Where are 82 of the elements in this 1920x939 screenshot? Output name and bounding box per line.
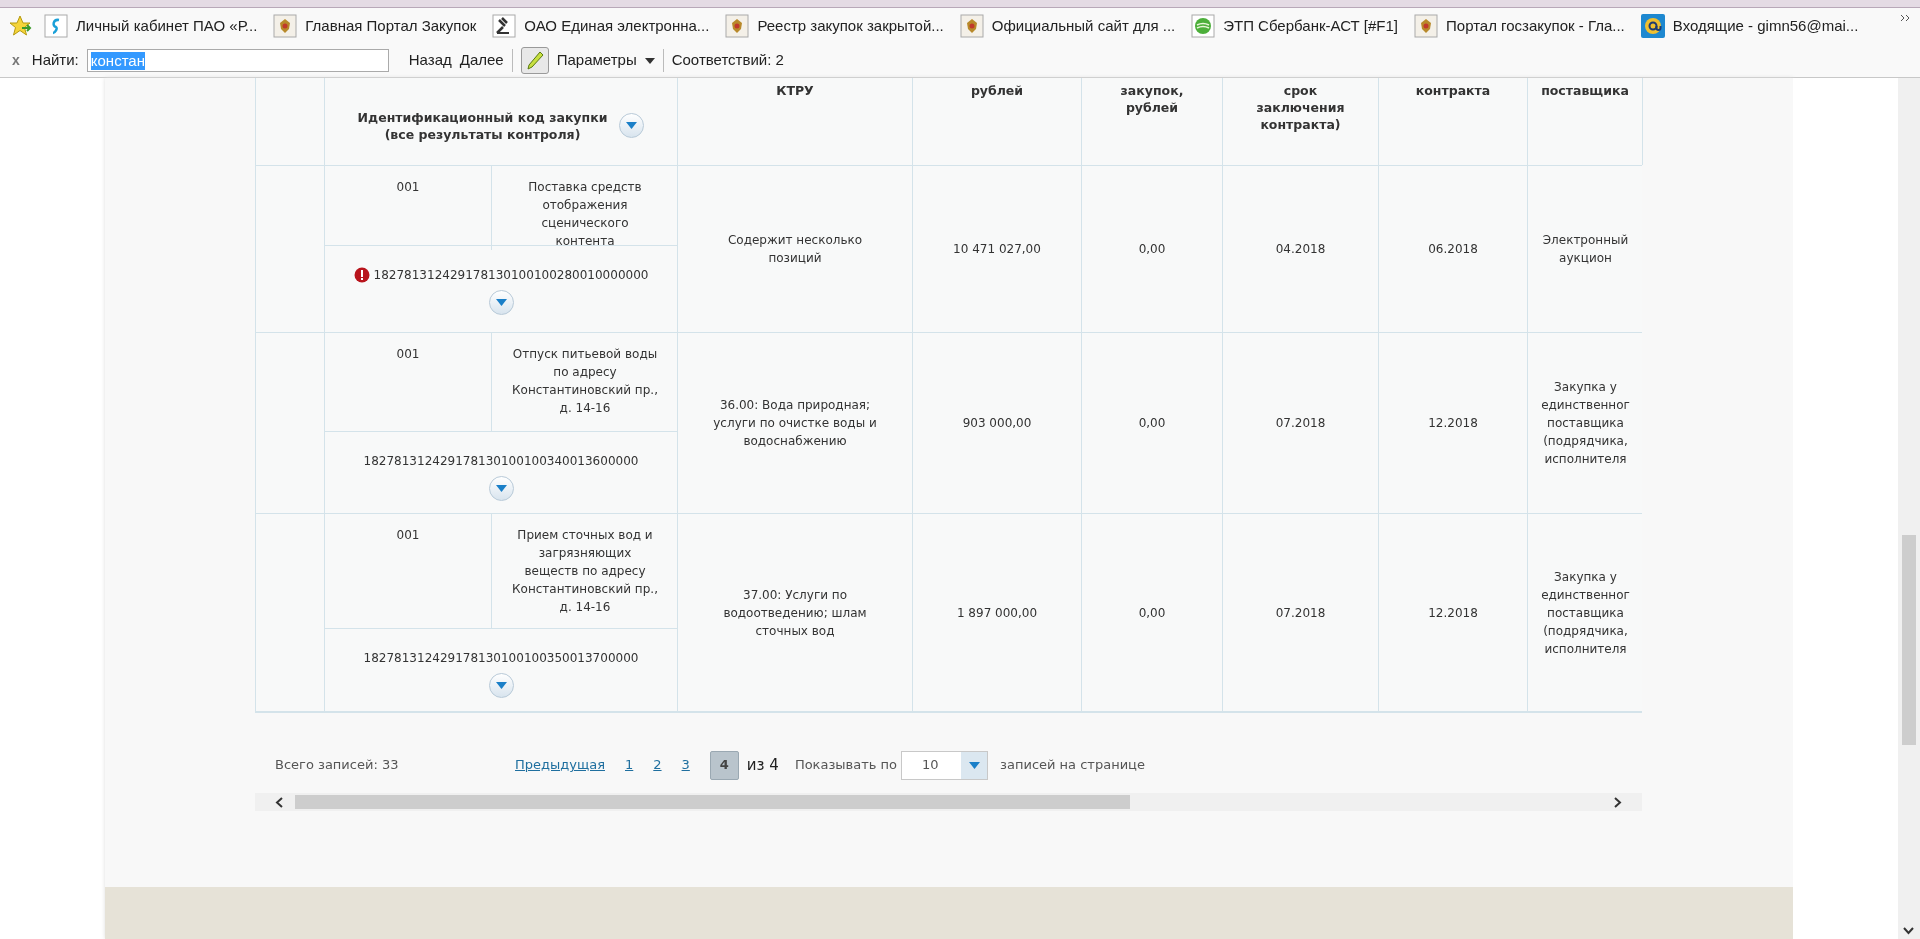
caret-icon (626, 122, 638, 129)
table-cell-text: 1 897 000,00 (956, 604, 1038, 622)
bookmark-link[interactable]: Личный кабинет ПАО «Р... (44, 14, 258, 38)
table-cell-text: 10 471 027,00 (953, 241, 1041, 258)
emblem-icon (1414, 14, 1438, 38)
scrollbar-thumb[interactable] (1902, 535, 1916, 745)
caret-icon (644, 57, 655, 64)
bookmark-link[interactable]: Официальный сайт для ... (959, 14, 1176, 38)
table-cell-text: Отпуск питьевой воды по адресу Константиновский пр., д. 14-16 (512, 346, 658, 417)
bookmark-link[interactable]: Реестр закупок закрытой... (725, 14, 944, 38)
page-size-select[interactable]: 10 (901, 750, 989, 780)
chevron-icon (1900, 14, 1910, 22)
table-cell-text: 04.2018 (1275, 241, 1326, 258)
table-cell-text: Поставка средств отображения сценического контента (527, 179, 643, 250)
table-cell-text: 36.00: Вода природная; услуги по очистке воды и водоснабжению (712, 397, 878, 450)
table-cell-text: 07.2018 (1275, 415, 1326, 432)
highlight-button[interactable] (520, 47, 549, 74)
caret-icon (495, 299, 507, 306)
close-button[interactable]: x (8, 50, 24, 71)
bookmark-link[interactable]: Портал госзакупок - Гла... (1414, 14, 1625, 38)
star-icon (8, 14, 32, 38)
column-header: контракта (1415, 82, 1491, 99)
table-cell-text: 06.2018 (1428, 241, 1478, 258)
table-cell-text: 001 (396, 346, 420, 363)
sort-dropdown-button[interactable] (619, 113, 645, 138)
column-header: срок заключения контракта) (1256, 82, 1345, 133)
column-header: рублей (970, 82, 1024, 99)
caret-icon (968, 761, 980, 769)
expand-dropdown-button[interactable] (488, 673, 514, 698)
emblem-icon (273, 14, 298, 38)
table-cell-text: 001 (396, 179, 420, 196)
table-cell-text: 001 (396, 527, 420, 544)
column-header: поставщика (1541, 82, 1629, 99)
table-cell-text: 07.2018 (1275, 604, 1326, 622)
show-label: Показывать по (794, 756, 898, 775)
emblem-icon (725, 14, 750, 38)
bookmark-link[interactable]: ОАО Единая электронна... (492, 14, 710, 38)
horizontal-scrollbar[interactable] (255, 793, 1642, 811)
match-count: Соответствий: 2 (671, 50, 784, 71)
table-cell-text: Закупка у единственног поставщика (подрядчика, исполнителя (1541, 568, 1630, 658)
table-cell-text: 182781312429178130100100340013600000 (363, 453, 639, 470)
find-label: Найти: (31, 50, 79, 71)
gavel-icon (492, 14, 517, 38)
page-link[interactable]: 1 (625, 755, 634, 775)
page-count: из 4 (746, 754, 779, 776)
page-size-suffix: записей на странице (1000, 756, 1145, 775)
options-button[interactable]: Параметры (556, 49, 664, 72)
table-cell-text: Прием сточных вод и загрязняющих веществ по адресу Константиновский пр., д. 14-16 (512, 527, 658, 616)
expand-dropdown-button[interactable] (488, 290, 514, 315)
table-cell-text: 12.2018 (1428, 415, 1478, 432)
table-cell-text: 0,00 (1138, 415, 1166, 432)
column-header: закупок, рублей (1120, 82, 1184, 116)
scrollbar-thumb[interactable] (295, 795, 1130, 809)
bookmark-link[interactable]: Главная Портал Закупок (273, 14, 477, 38)
table-cell-text: 0,00 (1138, 604, 1166, 622)
table-cell-text: Содержит несколько позиций (726, 232, 864, 267)
table-cell-text: 903 000,00 (962, 415, 1032, 432)
table-cell-text: 182781312429178130100100350013700000 (363, 650, 639, 667)
caret-icon (495, 485, 507, 492)
at-sign-icon (1640, 14, 1665, 38)
swirl-icon (44, 14, 68, 38)
previous-link[interactable]: Предыдущая (515, 755, 605, 775)
expand-dropdown-button[interactable] (488, 476, 514, 501)
table-cell-text: Закупка у единственног поставщика (подрядчика, исполнителя (1541, 379, 1630, 468)
table-cell-text: 37.00: Услуги по водоотведению; шлам сточных вод (722, 586, 868, 640)
column-header: КТРУ (776, 82, 814, 99)
page-link[interactable]: 3 (681, 755, 690, 775)
next-button[interactable]: Далее (459, 49, 513, 72)
column-header: Идентификационный код закупки (все результаты контроля) (357, 108, 608, 143)
total-records: Всего записей: 33 (275, 756, 400, 775)
table-cell-text: Электронный аукцион (1542, 232, 1629, 267)
table-cell-text: 182781312429178130100100280010000000 (373, 267, 649, 284)
bookmark-link[interactable]: Входящие - gimn56@mai... (1640, 14, 1859, 38)
table-cell-text: 0,00 (1138, 241, 1166, 258)
page-link[interactable]: 4 (709, 750, 739, 780)
emblem-icon (959, 14, 984, 38)
vertical-scrollbar[interactable] (1898, 78, 1920, 939)
bookmark-link[interactable]: ЭТП Сбербанк-АСТ [#F1] (1191, 14, 1398, 38)
table-cell-text: 12.2018 (1428, 604, 1478, 622)
back-button[interactable]: Назад (408, 49, 452, 72)
page-link[interactable]: 2 (653, 755, 662, 775)
caret-icon (495, 682, 507, 689)
